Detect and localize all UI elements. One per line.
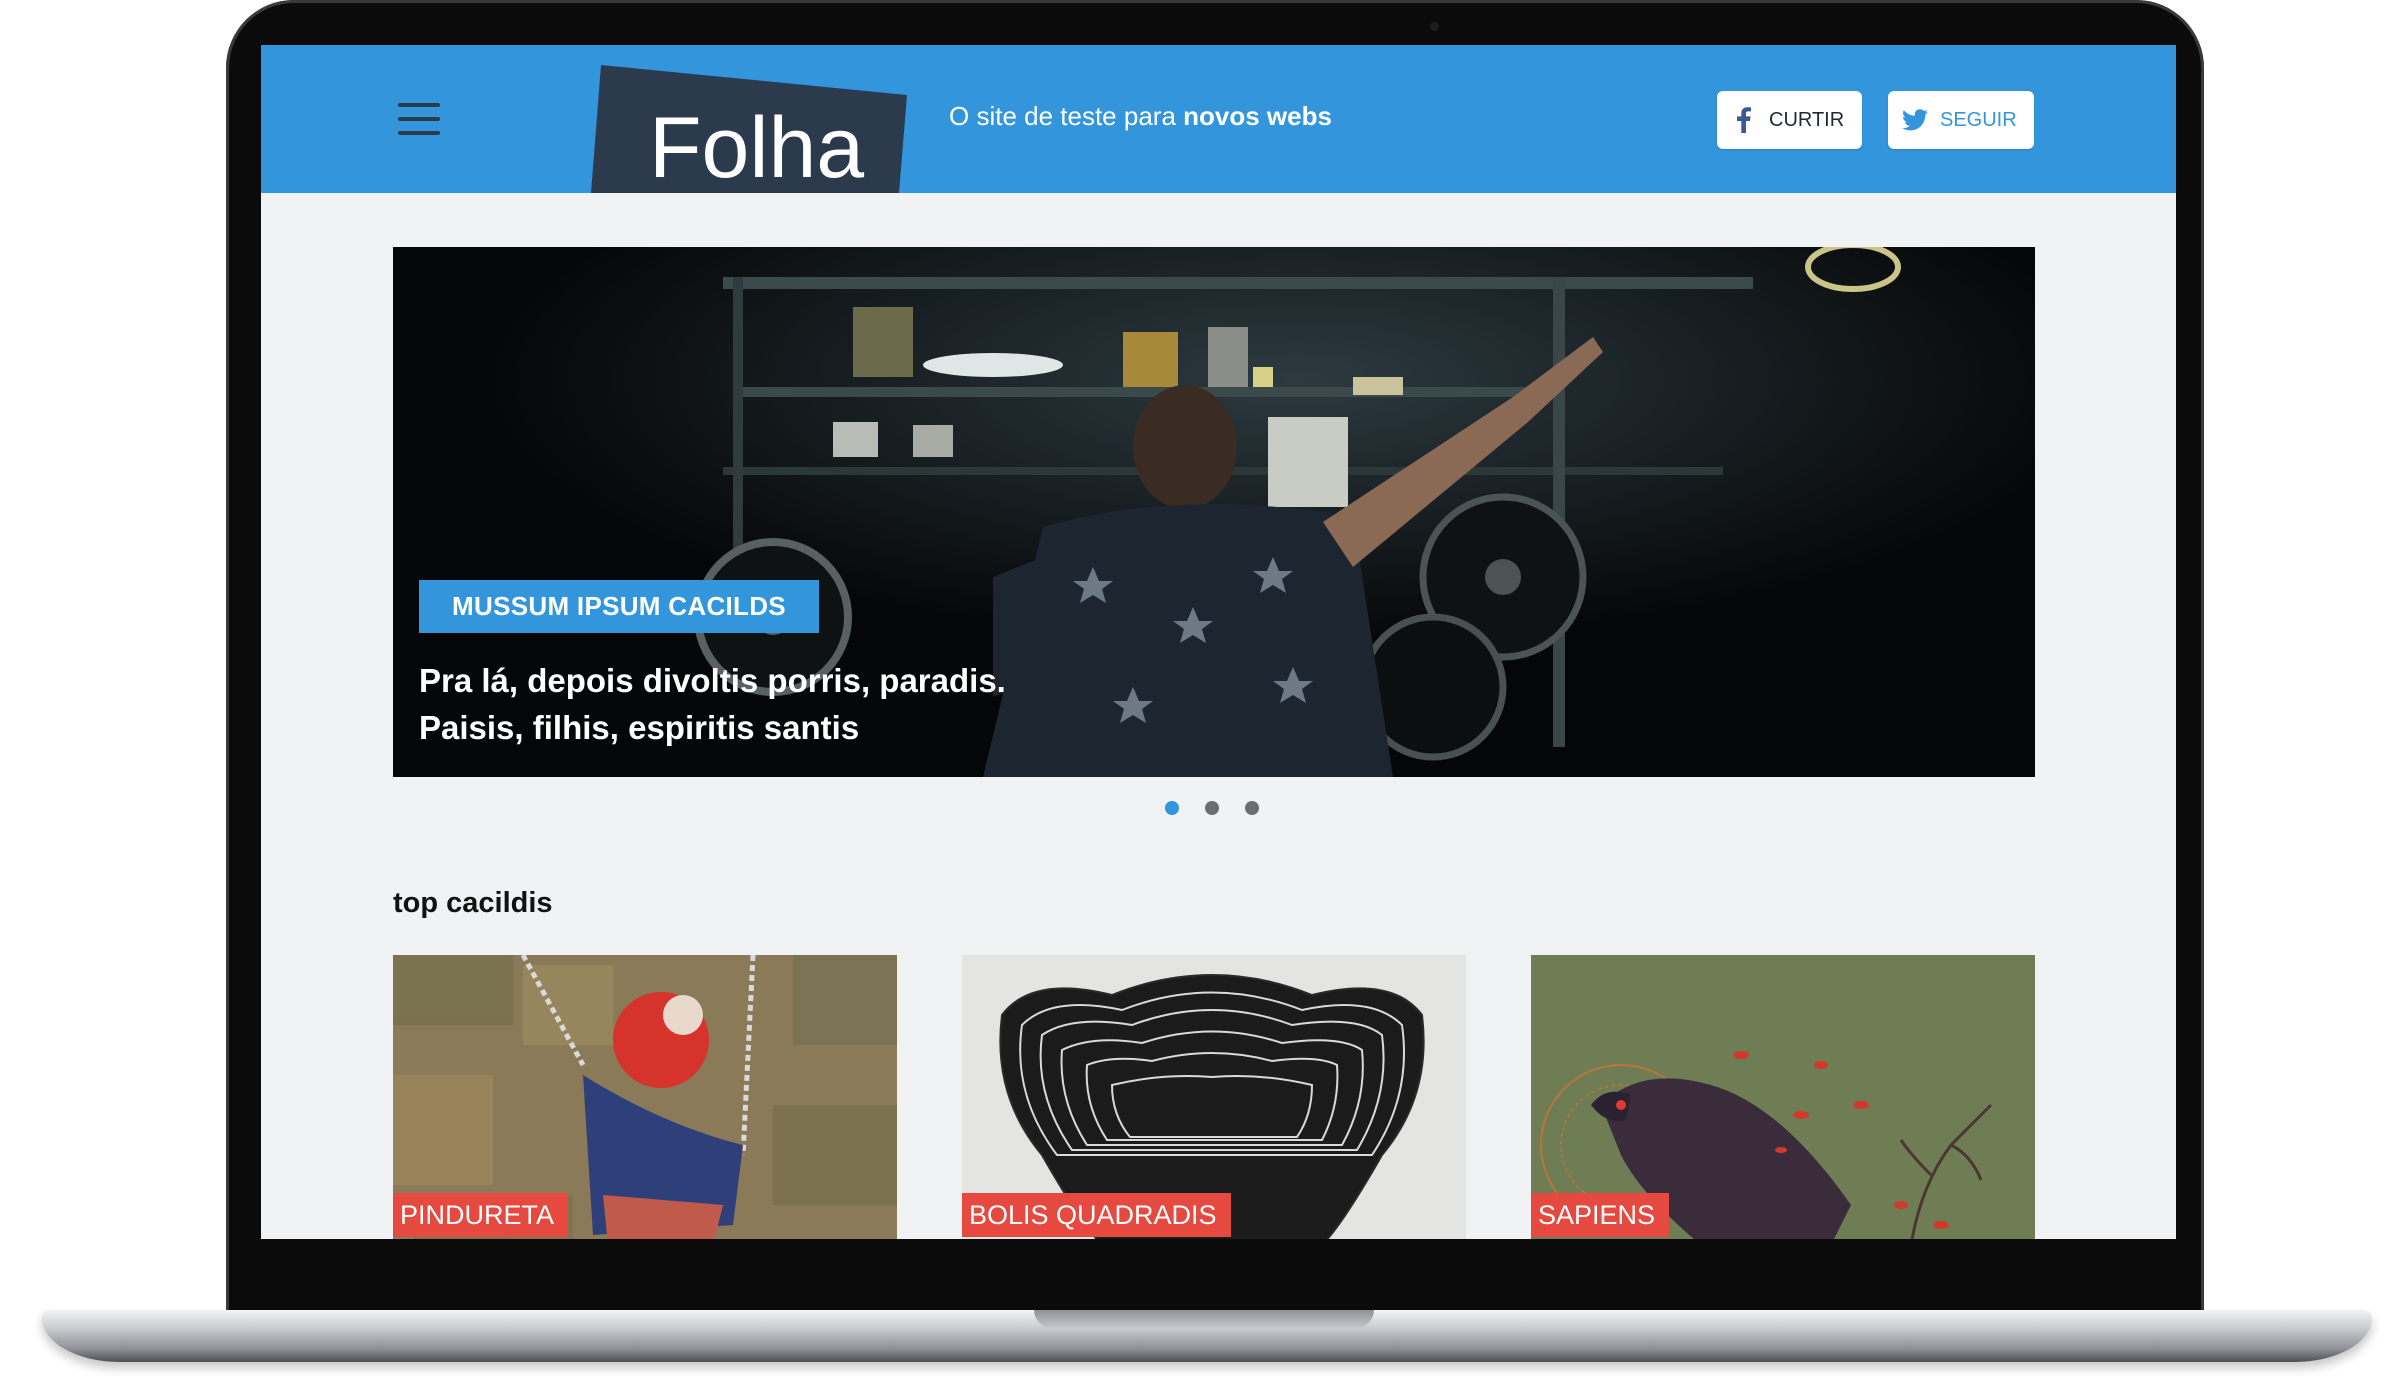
hero-title[interactable]: Pra lá, depois divoltis porris, paradis.…: [419, 657, 1119, 751]
card-label-1: PINDURETA: [393, 1193, 569, 1237]
hero-category-tag[interactable]: MUSSUM IPSUM CACILDS: [419, 580, 819, 633]
carousel-dots: [1165, 801, 1259, 815]
curtir-button[interactable]: CURTIR: [1717, 91, 1862, 149]
card-label-2: BOLIS QUADRADIS: [962, 1193, 1231, 1237]
site-tagline: O site de teste para novos webs: [949, 101, 1332, 132]
tagline-text: O site de teste para: [949, 101, 1184, 131]
hero-title-line-2: Paisis, filhis, espiritis santis: [419, 709, 860, 746]
hamburger-menu-icon[interactable]: [398, 103, 440, 135]
screen: Folha O site de teste para novos webs CU…: [261, 45, 2176, 1239]
seguir-button[interactable]: SEGUIR: [1888, 91, 2034, 149]
article-card-3[interactable]: SAPIENS: [1531, 955, 2035, 1239]
facebook-icon: [1731, 107, 1757, 133]
hero-title-line-1: Pra lá, depois divoltis porris, paradis.: [419, 662, 1006, 699]
hero-slide[interactable]: MUSSUM IPSUM CACILDS Pra lá, depois divo…: [393, 247, 2035, 777]
carousel-dot-2[interactable]: [1205, 801, 1219, 815]
article-card-1[interactable]: PINDURETA: [393, 955, 897, 1239]
site-logo[interactable]: Folha: [591, 65, 911, 196]
twitter-icon: [1902, 107, 1928, 133]
curtir-label: CURTIR: [1769, 108, 1845, 131]
camera-dot: [1430, 22, 1439, 31]
carousel-dot-3[interactable]: [1245, 801, 1259, 815]
section-title: top cacildis: [393, 887, 553, 919]
site-header: Folha O site de teste para novos webs CU…: [261, 45, 2176, 196]
laptop-notch: [1034, 1310, 1374, 1328]
article-card-2[interactable]: BOLIS QUADRADIS: [962, 955, 1466, 1239]
carousel-dot-1[interactable]: [1165, 801, 1179, 815]
logo-text: Folha: [649, 100, 864, 193]
card-label-3: SAPIENS: [1531, 1193, 1670, 1237]
tagline-bold-text: novos webs: [1183, 101, 1332, 131]
seguir-label: SEGUIR: [1940, 108, 2017, 131]
